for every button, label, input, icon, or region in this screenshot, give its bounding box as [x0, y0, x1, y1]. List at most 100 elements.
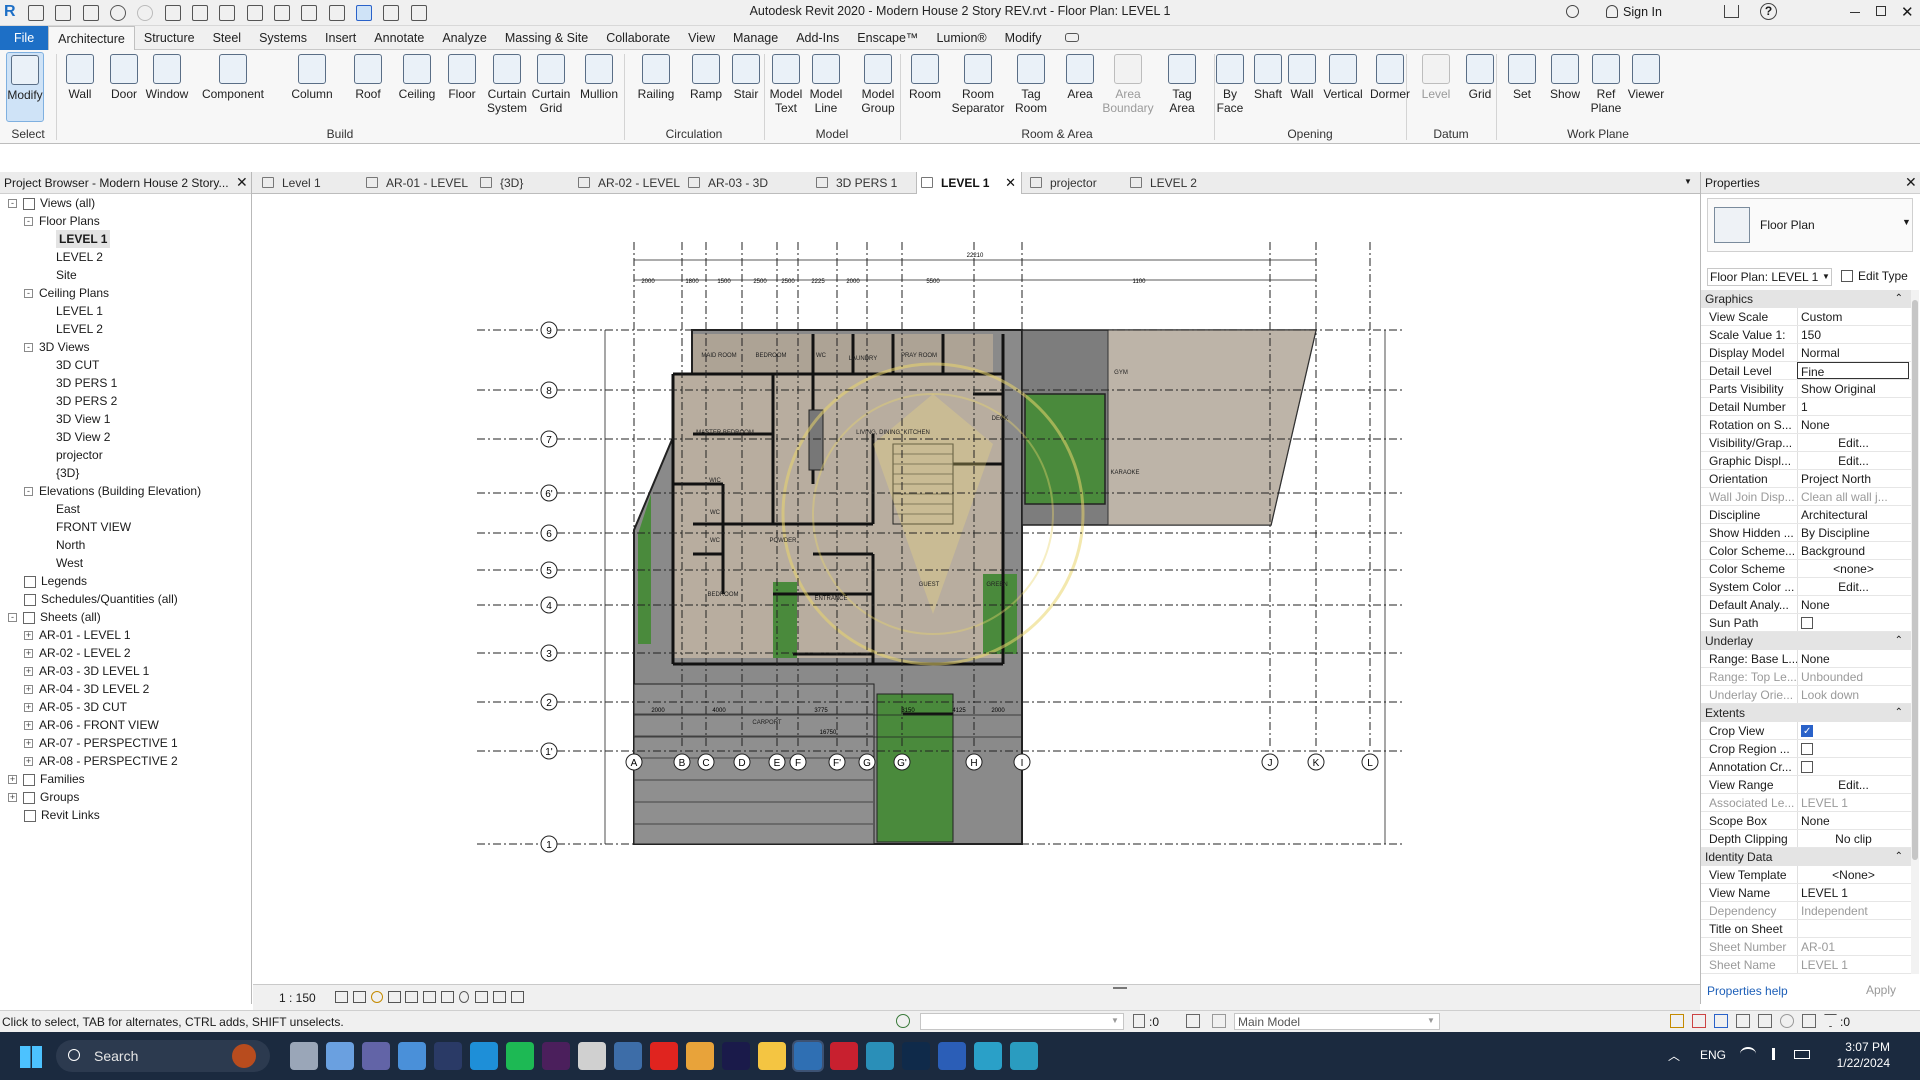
ribbon-button-roof[interactable]: Roof	[350, 54, 386, 101]
dimension-text[interactable]: 2000	[641, 279, 655, 285]
taskbar-search[interactable]: Search	[56, 1040, 270, 1072]
room-label[interactable]: MAID ROOM	[701, 353, 736, 359]
property-edit-button[interactable]: Edit...	[1797, 776, 1909, 793]
ribbon-tab-analyze[interactable]: Analyze	[433, 26, 495, 50]
help-icon[interactable]: ?	[1760, 3, 1777, 20]
ribbon-button-viewer[interactable]: Viewer	[1626, 54, 1666, 101]
ribbon-tab-steel[interactable]: Steel	[204, 26, 251, 50]
browser-item[interactable]: LEVEL 1	[56, 230, 111, 248]
grid-bubble-row[interactable]: 3	[540, 644, 558, 662]
drawing-canvas[interactable]: A B C D E F F' G G' H I J K L 9 8 7 6' 6 5 4 3 2 1' 1 MAID ROOM BE…	[253, 194, 1700, 984]
grid-bubble-row[interactable]: 7	[540, 430, 558, 448]
scrollbar-thumb[interactable]	[1912, 300, 1918, 860]
snipping-icon[interactable]	[614, 1042, 642, 1070]
browser-item[interactable]: LEVEL 1	[56, 302, 103, 320]
ribbon-button-room[interactable]: Room	[906, 54, 944, 101]
file-explorer-icon[interactable]	[758, 1042, 786, 1070]
measure-icon[interactable]	[192, 5, 209, 21]
tag-icon[interactable]	[246, 5, 263, 21]
property-value[interactable]: Background	[1797, 542, 1909, 559]
browser-item[interactable]: 3D PERS 1	[56, 374, 117, 392]
ribbon-button-component[interactable]: Component	[200, 54, 266, 101]
ribbon-group-select[interactable]: Select	[0, 127, 56, 141]
main-model-dropdown[interactable]: Main Model ▼	[1234, 1013, 1440, 1030]
dimension-text[interactable]: 22210	[967, 253, 984, 259]
ribbon-button-railing[interactable]: Railing	[634, 54, 678, 101]
grid-bubble-row[interactable]: 2	[540, 693, 558, 711]
browser-item[interactable]: + AR-07 - PERSPECTIVE 1	[24, 734, 178, 752]
ribbon-button-mullion[interactable]: Mullion	[576, 54, 622, 101]
room-label[interactable]: GYM	[1114, 370, 1128, 376]
grid-bubble-row[interactable]: 6'	[540, 484, 558, 502]
properties-section-header[interactable]: Graphics ⌃	[1701, 290, 1911, 308]
browser-item[interactable]: North	[56, 536, 85, 554]
ribbon-tab-file[interactable]: File	[0, 26, 49, 50]
property-value[interactable]: Project North	[1797, 470, 1909, 487]
shadows-icon[interactable]	[388, 991, 401, 1003]
property-edit-button[interactable]: Edit...	[1797, 452, 1909, 469]
windows-start-icon[interactable]	[20, 1046, 42, 1068]
crop-view-icon[interactable]	[405, 991, 418, 1003]
ribbon-tab-insert[interactable]: Insert	[316, 26, 365, 50]
language-indicator[interactable]: ENG	[1700, 1048, 1726, 1062]
chat-icon[interactable]	[326, 1042, 354, 1070]
design-options-icon[interactable]	[1186, 1014, 1200, 1028]
word-icon[interactable]	[938, 1042, 966, 1070]
ribbon-button-floor[interactable]: Floor	[442, 54, 482, 101]
ribbon-button-ramp[interactable]: Ramp	[688, 54, 724, 101]
apply-button[interactable]: Apply	[1851, 982, 1911, 1000]
chevron-up-icon[interactable]: ︿	[1668, 1047, 1680, 1064]
browser-item[interactable]: 3D View 2	[56, 428, 110, 446]
teams-icon[interactable]	[362, 1042, 390, 1070]
ribbon-button-shaft[interactable]: Shaft	[1250, 54, 1286, 101]
grid-bubble-column[interactable]: H	[965, 753, 983, 771]
view-tab[interactable]: AR-01 - LEVEL 1	[362, 172, 472, 212]
properties-section-header[interactable]: Identity Data ⌃	[1701, 848, 1911, 866]
chrome-icon[interactable]	[578, 1042, 606, 1070]
room-label[interactable]: BEDROOM	[707, 592, 738, 598]
open-icon[interactable]	[28, 5, 44, 21]
ribbon-button-set[interactable]: Set	[1508, 54, 1536, 101]
property-value[interactable]: LEVEL 1	[1797, 884, 1909, 901]
expand-icon[interactable]: +	[24, 739, 33, 749]
expand-icon[interactable]: +	[24, 667, 33, 677]
properties-section-header[interactable]: Extents ⌃	[1701, 704, 1911, 722]
dimension-icon[interactable]	[219, 5, 236, 21]
ribbon-button-by-face[interactable]: By Face	[1212, 54, 1248, 115]
dimension-text[interactable]: 4125	[952, 708, 966, 714]
sync-icon[interactable]	[82, 5, 99, 21]
select-pinned-icon[interactable]	[1714, 1014, 1728, 1028]
room-label[interactable]: MASTER BEDROOM	[696, 430, 754, 436]
close-icon[interactable]: ✕	[1905, 174, 1917, 191]
network-icon[interactable]	[1010, 1042, 1038, 1070]
room-label[interactable]: ENTRANCE	[814, 596, 847, 602]
grid-bubble-column[interactable]: G'	[893, 753, 911, 771]
default-3d-view-icon[interactable]	[301, 5, 318, 21]
ribbon-button-opening-wall[interactable]: Wall	[1284, 54, 1320, 101]
edge-icon[interactable]	[470, 1042, 498, 1070]
browser-item[interactable]: Site	[56, 266, 77, 284]
grid-bubble-column[interactable]: K	[1307, 753, 1325, 771]
temporary-hide-icon[interactable]	[441, 991, 454, 1003]
view-tab[interactable]: projector	[1026, 172, 1122, 194]
ribbon-button-grid[interactable]: Grid	[1460, 54, 1500, 101]
ribbon-tab-lumion[interactable]: Lumion®	[927, 26, 995, 50]
ribbon-group-room-area[interactable]: Room & Area	[900, 127, 1214, 141]
clock-date[interactable]: 1/22/2024	[1824, 1056, 1890, 1070]
filter-icon[interactable]	[1824, 1014, 1837, 1027]
browser-item[interactable]: Legends	[24, 572, 87, 590]
property-value[interactable]	[1797, 740, 1909, 757]
dimension-text[interactable]: 2500	[781, 279, 795, 285]
browser-item[interactable]: - Sheets (all)	[8, 608, 101, 626]
expand-icon[interactable]: +	[8, 793, 17, 803]
grid-bubble-row[interactable]: 1	[540, 835, 558, 853]
grid-bubble-row[interactable]: 8	[540, 381, 558, 399]
dimension-text[interactable]: 2000	[991, 708, 1005, 714]
view-tab[interactable]: AR-03 - 3D LEVEL 1	[684, 172, 808, 212]
properties-section-header[interactable]: Underlay ⌃	[1701, 632, 1911, 650]
browser-item[interactable]: + AR-04 - 3D LEVEL 2	[24, 680, 149, 698]
collapse-icon[interactable]: -	[24, 487, 33, 497]
room-label[interactable]: PRAY ROOM	[901, 353, 937, 359]
dimension-text[interactable]: 2500	[753, 279, 767, 285]
property-value[interactable]	[1797, 722, 1909, 739]
